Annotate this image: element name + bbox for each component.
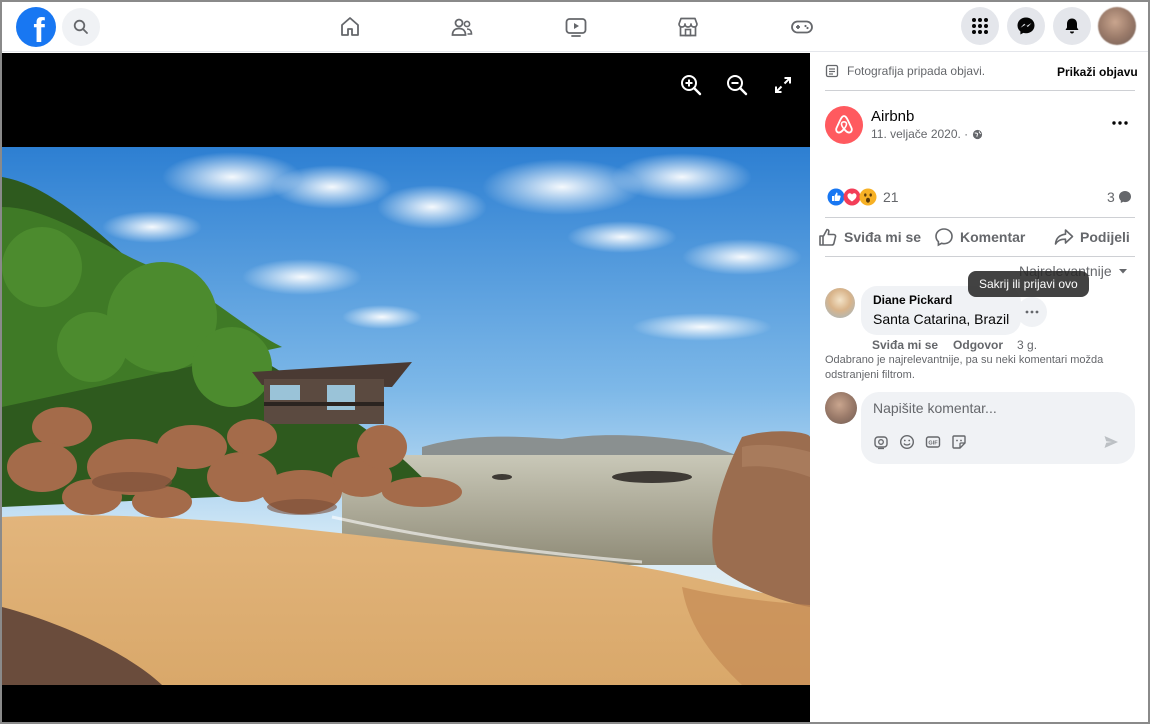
home-icon xyxy=(341,17,359,36)
post-details-panel: Fotografija pripada objavi. Prikaži obja… xyxy=(810,53,1148,722)
share-icon xyxy=(1054,229,1074,245)
filter-note: Odabrano je najrelevantnije, pa su neki … xyxy=(825,354,1104,381)
like-button[interactable]: Sviđa mi se xyxy=(818,227,921,247)
comment-bubble-icon xyxy=(1118,191,1131,203)
gaming-icon xyxy=(791,20,813,34)
home-tab[interactable] xyxy=(332,10,368,44)
comment-options-button[interactable] xyxy=(1017,297,1047,327)
messenger-icon xyxy=(1017,17,1035,35)
share-button[interactable]: Podijeli xyxy=(1054,227,1130,247)
emoji-icon xyxy=(899,434,915,450)
fullscreen-icon xyxy=(775,77,791,93)
watch-tab[interactable] xyxy=(558,10,594,44)
thumbs-up-icon xyxy=(819,228,837,246)
fullscreen-button[interactable] xyxy=(771,73,795,97)
comment-age[interactable]: 3 g. xyxy=(1017,338,1037,352)
post-date[interactable]: 11. veljače 2020. · xyxy=(871,127,968,141)
caret-down-icon xyxy=(1118,269,1127,274)
zoom-in-icon xyxy=(681,75,702,96)
airbnb-logo-icon xyxy=(835,115,853,134)
account-avatar[interactable] xyxy=(1098,7,1136,45)
friends-tab[interactable] xyxy=(444,10,480,44)
photo-viewer xyxy=(2,53,810,722)
marketplace-icon xyxy=(678,17,698,37)
send-button[interactable] xyxy=(1103,434,1119,450)
comment-composer: GIF xyxy=(861,392,1135,464)
globe-icon xyxy=(973,129,983,139)
document-icon xyxy=(825,64,839,78)
more-horizontal-icon xyxy=(1025,310,1039,314)
marketplace-tab[interactable] xyxy=(670,10,706,44)
comments-count-link[interactable]: 3 xyxy=(1107,189,1132,205)
menu-grid-icon xyxy=(972,18,988,34)
photo-notice-text: Fotografija pripada objavi. xyxy=(847,64,986,78)
gif-button[interactable]: GIF xyxy=(925,434,941,450)
facebook-logo[interactable]: f xyxy=(16,7,56,47)
emoji-button[interactable] xyxy=(899,434,915,450)
comment-like-link[interactable]: Sviđa mi se xyxy=(872,338,938,352)
comment-reply-link[interactable]: Odgovor xyxy=(953,338,1003,352)
search-icon xyxy=(73,19,88,34)
post-meta: 11. veljače 2020. · xyxy=(871,127,983,141)
sticker-camera-icon xyxy=(874,436,888,450)
zoom-out-button[interactable] xyxy=(725,73,749,97)
notifications-button[interactable] xyxy=(1053,7,1091,45)
my-avatar xyxy=(825,392,857,424)
post-options-button[interactable] xyxy=(1108,113,1132,133)
friends-icon xyxy=(451,18,473,36)
messenger-button[interactable] xyxy=(1007,7,1045,45)
show-post-link[interactable]: Prikaži objavu xyxy=(1057,65,1138,79)
reactions-summary[interactable]: 21 xyxy=(827,188,899,206)
sticker-button[interactable] xyxy=(951,434,967,450)
divider xyxy=(825,217,1135,218)
svg-text:GIF: GIF xyxy=(928,441,938,447)
comment-button[interactable]: Komentar xyxy=(934,227,1025,247)
reactions-count: 21 xyxy=(883,189,899,205)
post-photo xyxy=(2,147,810,685)
page-avatar[interactable] xyxy=(825,106,863,144)
commenter-avatar[interactable] xyxy=(825,288,855,318)
comment-input[interactable] xyxy=(873,400,1123,416)
send-icon xyxy=(1104,436,1118,448)
tooltip: Sakrij ili prijavi ovo xyxy=(968,271,1089,297)
comment-icon xyxy=(935,228,953,247)
comments-count: 3 xyxy=(1107,189,1115,205)
top-navigation: f xyxy=(2,2,1148,52)
wow-reaction-icon xyxy=(859,188,877,206)
zoom-in-button[interactable] xyxy=(679,73,703,97)
more-horizontal-icon xyxy=(1112,121,1128,125)
comment-text: Santa Catarina, Brazil xyxy=(873,311,1010,327)
gif-icon: GIF xyxy=(925,436,941,448)
page-name[interactable]: Airbnb xyxy=(871,108,914,125)
notifications-icon xyxy=(1065,18,1079,34)
watch-icon xyxy=(565,18,587,37)
avatar-sticker-button[interactable] xyxy=(873,434,889,450)
menu-button[interactable] xyxy=(961,7,999,45)
beach-house-image xyxy=(2,147,810,685)
divider xyxy=(825,256,1135,257)
sticker-icon xyxy=(952,435,966,449)
search-button[interactable] xyxy=(62,8,100,46)
comment-actions: Sviđa mi se Odgovor 3 g. xyxy=(872,338,1037,352)
photo-notice: Fotografija pripada objavi. xyxy=(825,64,985,78)
gaming-tab[interactable] xyxy=(784,10,820,44)
divider xyxy=(825,90,1135,91)
zoom-out-icon xyxy=(727,75,748,96)
